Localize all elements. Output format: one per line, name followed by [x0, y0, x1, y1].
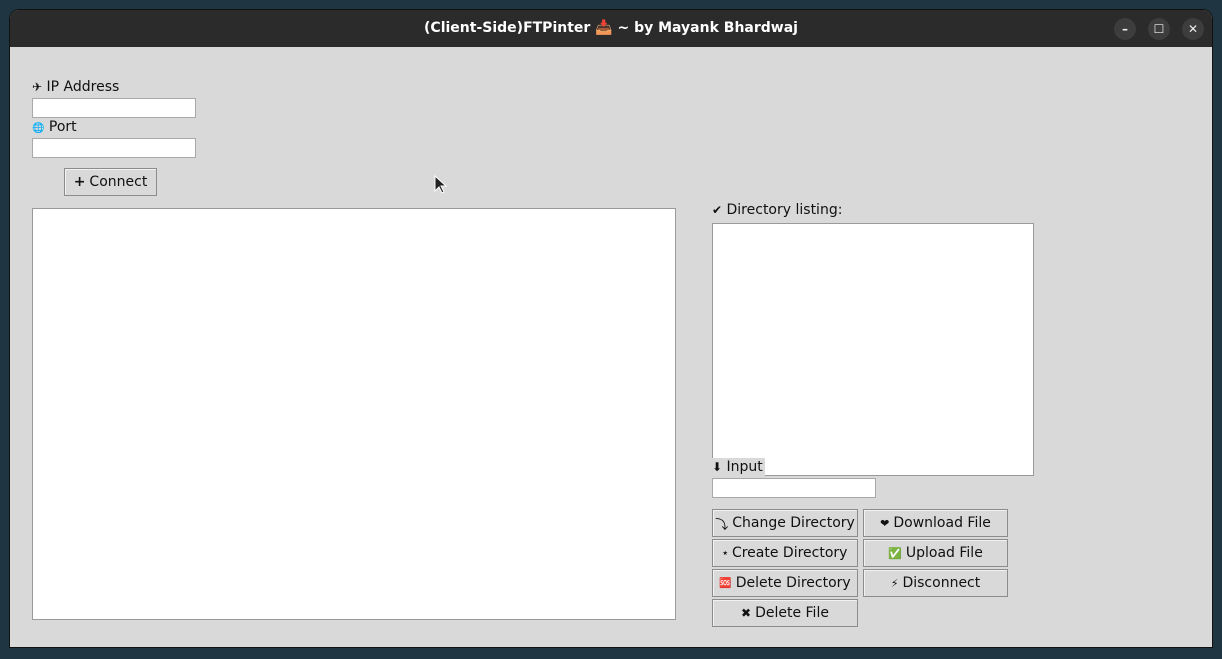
- delete-file-button[interactable]: ✖ Delete File: [712, 599, 858, 627]
- change-directory-button[interactable]: ⤵ Change Directory: [712, 509, 858, 537]
- maximize-icon: ☐: [1153, 22, 1165, 36]
- ip-address-label: ✈ IP Address: [32, 79, 120, 95]
- curved-arrow-icon: ⤵: [715, 517, 729, 533]
- cross-icon: ✖: [741, 606, 752, 620]
- upload-file-button[interactable]: ✅ Upload File: [863, 539, 1008, 567]
- minimize-button[interactable]: –: [1114, 18, 1136, 40]
- check-box-icon: ✅: [888, 546, 902, 560]
- port-input[interactable]: [32, 138, 196, 158]
- down-arrow-icon: ⬇: [712, 460, 723, 474]
- sos-icon: 🆘: [719, 577, 732, 589]
- close-icon: ✕: [1187, 22, 1199, 36]
- title-bar: (Client-Side)FTPinter 📥 ~ by Mayank Bhar…: [10, 10, 1212, 47]
- globe-icon: 🌐: [32, 123, 45, 134]
- directory-input[interactable]: [712, 478, 876, 498]
- minimize-icon: –: [1122, 22, 1128, 36]
- close-button[interactable]: ✕: [1182, 18, 1204, 40]
- lightning-icon: ⚡: [890, 576, 899, 590]
- window-title: (Client-Side)FTPinter 📥 ~ by Mayank Bhar…: [424, 20, 798, 36]
- directory-listing-label: ✔ Directory listing:: [712, 202, 843, 218]
- port-label: 🌐 Port: [32, 119, 77, 135]
- input-label: ⬇ Input: [712, 458, 765, 476]
- disconnect-button[interactable]: ⚡ Disconnect: [863, 569, 1008, 597]
- app-window: (Client-Side)FTPinter 📥 ~ by Mayank Bhar…: [10, 10, 1212, 647]
- star-icon: ⭑: [722, 547, 728, 559]
- download-file-button[interactable]: ❤ Download File: [863, 509, 1008, 537]
- create-directory-button[interactable]: ⭑ Create Directory: [712, 539, 858, 567]
- airplane-icon: ✈: [32, 80, 43, 94]
- heart-icon: ❤: [880, 516, 890, 530]
- main-content: ✈ IP Address 🌐 Port + Connect ✔ Director…: [10, 47, 1212, 647]
- plus-icon: +: [73, 174, 86, 190]
- mouse-pointer-icon: [434, 175, 448, 194]
- output-text-area[interactable]: [32, 208, 676, 620]
- checkmark-icon: ✔: [712, 203, 723, 217]
- delete-directory-button[interactable]: 🆘 Delete Directory: [712, 569, 858, 597]
- maximize-button[interactable]: ☐: [1148, 18, 1170, 40]
- connect-button[interactable]: + Connect: [64, 168, 157, 196]
- directory-listing-box[interactable]: [712, 223, 1034, 476]
- ip-address-input[interactable]: [32, 98, 196, 118]
